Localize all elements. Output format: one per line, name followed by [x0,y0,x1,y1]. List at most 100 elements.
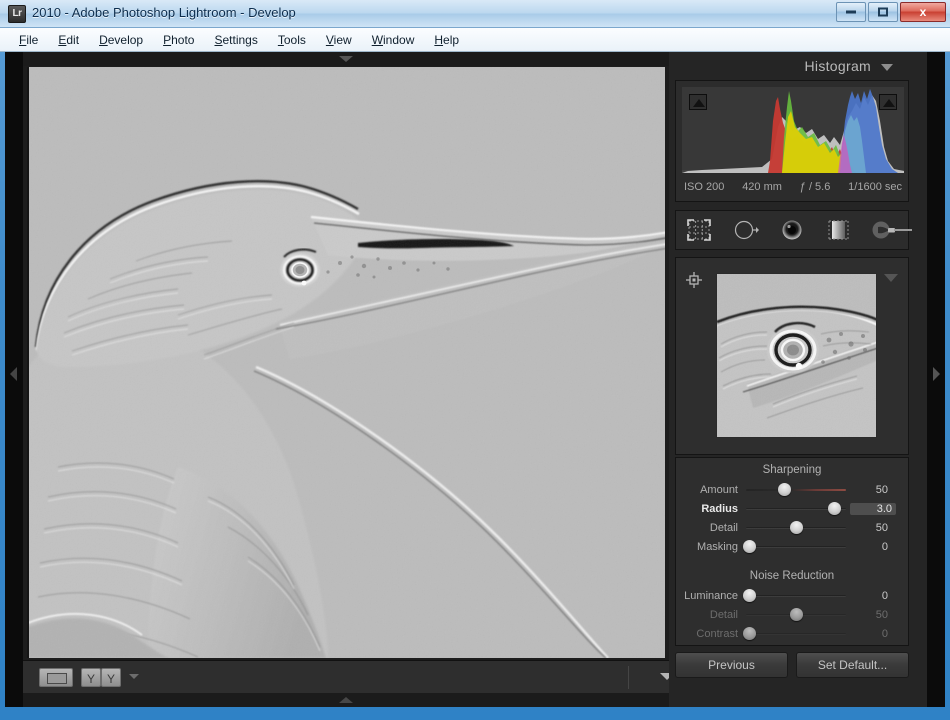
exif-metadata: ISO 200 420 mm ƒ / 5.6 1/1600 sec [682,177,904,197]
detail-preview-panel [675,257,909,455]
menu-settings-mnemonic: S [214,32,223,47]
left-panel-collapse[interactable] [5,52,23,707]
window-title: 2010 - Adobe Photoshop Lightroom - Devel… [32,5,296,20]
right-panel-collapse[interactable] [927,52,945,707]
before-after-icon: Y [86,672,96,686]
luminance-slider-knob[interactable] [743,588,756,602]
nr-detail-value: 50 [875,608,888,621]
menu-settings-rest: ettings [222,32,258,47]
chevron-down-icon [339,56,353,62]
menu-view[interactable]: View [317,30,361,50]
amount-slider-track [746,488,846,491]
previous-button[interactable]: Previous [675,652,788,678]
red-eye-tool[interactable] [777,217,807,243]
lightroom-window: Lr 2010 - Adobe Photoshop Lightroom - De… [0,0,950,720]
histogram-header: Histogram [669,52,909,80]
radius-slider[interactable] [746,501,846,515]
menu-file[interactable]: File [10,30,47,50]
histogram-plot[interactable] [682,87,904,173]
photo-canvas[interactable] [27,67,665,658]
image-stage-area: Y Y [23,66,674,693]
iso-value: ISO 200 [684,181,725,193]
radius-slider-knob[interactable] [828,501,841,515]
menu-photo-mnemonic: P [163,32,172,47]
menu-help[interactable]: Help [425,30,468,50]
menu-edit[interactable]: Edit [49,30,88,50]
amount-value[interactable]: 50 [846,484,888,496]
menu-edit-rest: dit [66,32,80,47]
masking-slider-track [746,545,846,548]
histogram-collapse-icon[interactable] [881,64,893,71]
menu-bar: File Edit Develop Photo Settings Tools V… [0,28,950,52]
detail-collapse-icon[interactable] [884,274,898,282]
shutter-speed-value: 1/1600 sec [848,181,902,193]
before-after-button[interactable]: Y [81,668,101,687]
aperture-value: ƒ / 5.6 [799,181,831,193]
sharpening-detail-slider[interactable] [746,520,846,534]
masking-slider-knob[interactable] [743,539,756,553]
masking-value[interactable]: 0 [846,541,888,553]
menu-develop[interactable]: Develop [90,30,152,50]
radius-value[interactable]: 3.0 [850,502,896,515]
masking-label[interactable]: Masking [684,541,746,553]
before-after-dropdown-icon[interactable] [129,674,139,679]
menu-develop-rest: evelop [107,32,144,47]
before-after-alt-button[interactable]: Y [101,668,121,687]
loupe-view-button[interactable] [39,668,73,687]
highlight-clipping-indicator[interactable] [879,94,897,110]
loupe-target-icon[interactable] [686,272,702,288]
lightroom-workspace: Y Y Histogram ISO 200 420 mm ƒ / 5.6 1/1… [5,52,945,707]
crop-overlay-icon [687,219,711,241]
luminance-label[interactable]: Luminance [684,590,746,602]
detail-zoom-preview[interactable] [716,273,877,438]
chevron-right-icon [10,367,17,381]
sharpening-detail-value[interactable]: 50 [846,522,888,534]
top-panel-collapse[interactable] [23,52,669,66]
amount-slider[interactable] [746,482,846,496]
slider-row-radius: Radius 3.0 [676,499,908,518]
develop-tool-strip [675,210,912,250]
set-default-button[interactable]: Set Default... [796,652,909,678]
menu-tools[interactable]: Tools [269,30,315,50]
slider-row-detail: Detail 50 [676,518,908,537]
slider-row-amount: Amount 50 [676,480,908,499]
menu-photo[interactable]: Photo [154,30,203,50]
radius-label[interactable]: Radius [684,503,746,515]
histogram-title: Histogram [804,58,871,74]
spot-removal-icon [734,220,759,240]
menu-photo-rest: hoto [171,32,195,47]
noise-reduction-title: Noise Reduction [749,570,835,582]
graduated-filter-icon [828,220,849,240]
shadow-clipping-indicator[interactable] [689,94,707,110]
amount-slider-knob[interactable] [778,482,791,496]
loupe-view-icon [47,673,67,684]
graduated-filter-tool[interactable] [823,217,853,243]
luminance-value[interactable]: 0 [846,590,888,602]
detail-sliders-panel: Sharpening Amount 50 Radius 3.0 Detail 5… [675,457,909,646]
nr-detail-label: Detail [709,608,738,621]
slider-row-nr-detail: Detail 50 [676,605,908,624]
spot-removal-tool[interactable] [731,217,761,243]
amount-label[interactable]: Amount [684,484,746,496]
minimize-button[interactable] [836,2,866,22]
adjustment-brush-tool[interactable] [870,217,912,243]
close-button[interactable]: x [900,2,946,22]
view-toolbar: Y Y [23,660,674,693]
bottom-panel-collapse[interactable] [23,693,669,707]
chevron-up-icon [339,697,353,703]
chevron-right-icon-2 [933,367,940,381]
maximize-button[interactable] [868,2,898,22]
luminance-slider[interactable] [743,588,846,602]
image-stage[interactable] [23,66,669,660]
sharpening-detail-slider-knob[interactable] [790,520,803,534]
menu-window-mnemonic: W [371,32,384,47]
nr-detail-slider [746,607,846,621]
masking-slider[interactable] [743,539,846,553]
menu-file-rest: ile [26,32,39,47]
menu-window[interactable]: Window [363,30,424,50]
menu-settings[interactable]: Settings [205,30,266,50]
crop-overlay-tool[interactable] [684,217,714,243]
detail-eye-crop [717,274,876,437]
sharpening-detail-label[interactable]: Detail [684,522,746,534]
sharpening-title: Sharpening [762,464,822,476]
